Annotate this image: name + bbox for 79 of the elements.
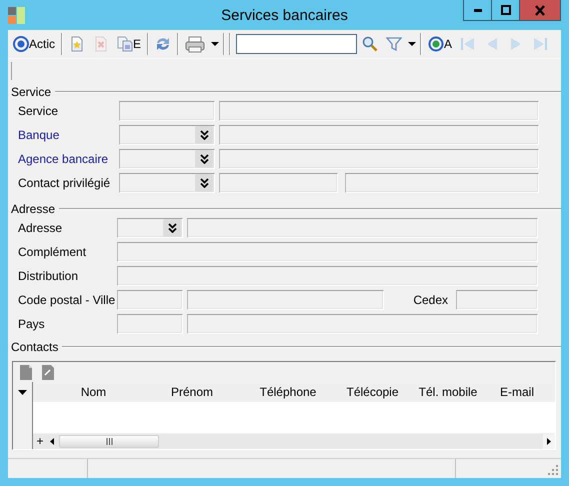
actions-button[interactable]: Actic [9,32,60,56]
filter-icon [386,36,402,52]
dropdown-button[interactable] [195,150,213,168]
field-label: Contact privilégié [18,176,112,190]
input-field[interactable] [117,290,183,310]
dropdown-button[interactable] [163,219,181,237]
search-icon [362,36,378,52]
dropdown-button[interactable] [195,126,213,144]
input-field[interactable] [187,218,538,238]
caret-icon [18,390,27,395]
copy-documents-icon [117,36,134,52]
field-label: Service [18,104,60,118]
add-row-button[interactable] [19,364,33,380]
input-field[interactable] [119,101,215,121]
input-field[interactable] [345,173,539,193]
refresh-arrows-icon [155,36,172,52]
dropdown-button[interactable] [195,174,213,192]
combo-field[interactable] [119,149,215,169]
minimize-icon [474,8,482,12]
combo-field[interactable] [119,125,215,145]
close-icon [535,4,545,16]
input-field[interactable] [219,173,338,193]
first-arrow-icon [460,36,476,52]
input-field[interactable] [117,242,538,262]
input-field[interactable] [187,290,384,310]
double-chevron-icon [200,154,208,164]
input-field[interactable] [219,149,539,169]
section-title: Service [11,85,52,99]
combo-field[interactable] [117,218,183,238]
caret-icon [408,42,416,46]
combo-field[interactable] [119,173,215,193]
input-field[interactable] [456,290,538,310]
horizontal-scrollbar[interactable] [47,434,555,448]
field-label: Cedex [412,293,449,307]
minimize-button[interactable] [463,0,492,21]
column-header[interactable]: E-mail [484,382,550,402]
field-label: Code postal - Ville [18,293,116,307]
caret-icon [211,42,220,46]
add-row-button[interactable]: + [33,434,47,448]
section-title: Contacts [11,340,58,354]
resize-grip-icon [548,465,558,475]
double-chevron-icon [168,223,176,233]
edit-row-button[interactable] [41,364,55,380]
last-arrow-icon [532,36,548,52]
field-label: Complément [18,245,88,259]
close-button[interactable] [519,0,561,21]
input-field[interactable] [219,101,539,121]
field-label: Distribution [18,269,80,283]
grip-icon [106,438,112,444]
double-chevron-icon [200,178,208,188]
new-page-icon [19,364,33,380]
duplicate-button[interactable]: E [113,32,146,56]
column-header[interactable]: Tél. mobile [412,382,484,402]
printer-icon [185,36,206,52]
edit-page-icon [41,364,55,380]
column-header[interactable]: Téléphone [243,382,333,402]
field-label: Pays [18,317,46,331]
maximize-icon [500,5,510,15]
field-link[interactable]: Agence bancaire [18,152,119,166]
input-field[interactable] [117,314,183,334]
delete-document-icon [93,36,110,52]
field-link[interactable]: Banque [18,128,119,142]
input-field[interactable] [219,125,539,145]
target-icon [13,36,29,52]
field-label: Adresse [18,221,64,235]
window-title: Services bancaires [221,6,348,24]
app-icon [8,7,25,24]
column-header[interactable]: Nom [46,382,141,402]
reload-button[interactable]: A [424,32,456,56]
reload-icon [428,36,444,52]
column-header[interactable]: Télécopie [333,382,412,402]
section-title: Adresse [11,202,56,216]
double-chevron-icon [200,130,208,140]
search-field[interactable] [236,34,358,54]
input-field[interactable] [187,314,538,334]
scroll-thumb[interactable] [59,434,159,448]
column-header[interactable]: Prénom [141,382,243,402]
new-document-icon [69,36,86,52]
input-field[interactable] [117,266,538,286]
